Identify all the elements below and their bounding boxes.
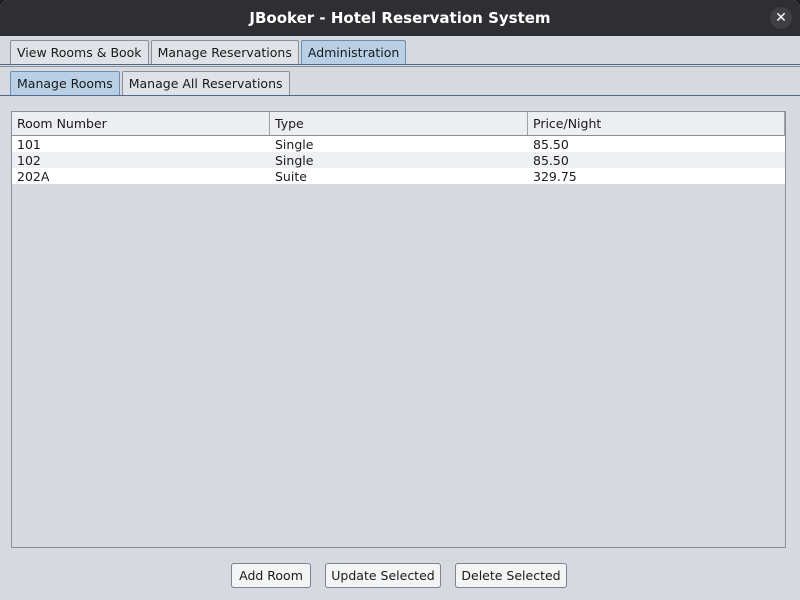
- table-header: Room Number Type Price/Night: [12, 112, 785, 136]
- cell-room-number: 101: [17, 136, 41, 152]
- cell-price: 329.75: [533, 168, 577, 184]
- main-tab-divider-lower: [0, 66, 800, 67]
- tab-administration[interactable]: Administration: [300, 40, 407, 64]
- cell-price: 85.50: [533, 152, 569, 168]
- tab-view-rooms-book[interactable]: View Rooms & Book: [10, 40, 149, 64]
- cell-price: 85.50: [533, 136, 569, 152]
- title-bar[interactable]: JBooker - Hotel Reservation System ✕: [0, 0, 800, 36]
- close-icon[interactable]: ✕: [770, 7, 792, 29]
- main-tab-bar: View Rooms & Book Manage Reservations Ad…: [0, 40, 800, 65]
- sub-tab-bar: Manage Rooms Manage All Reservations: [0, 71, 800, 96]
- table-row[interactable]: 101 Single 85.50: [12, 136, 785, 152]
- main-tab-divider: [0, 64, 800, 65]
- sub-tab-divider: [0, 95, 800, 96]
- tab-manage-rooms[interactable]: Manage Rooms: [10, 71, 120, 95]
- rooms-table[interactable]: Room Number Type Price/Night 101 Single …: [11, 111, 786, 548]
- app-window: JBooker - Hotel Reservation System ✕ Vie…: [0, 0, 800, 600]
- cell-type: Suite: [275, 168, 307, 184]
- update-selected-button[interactable]: Update Selected: [325, 563, 441, 588]
- column-header-price-night[interactable]: Price/Night: [528, 112, 785, 135]
- table-row[interactable]: 102 Single 85.50: [12, 152, 785, 168]
- cell-room-number: 202A: [17, 168, 50, 184]
- delete-selected-button[interactable]: Delete Selected: [455, 563, 567, 588]
- window-title: JBooker - Hotel Reservation System: [249, 9, 551, 27]
- column-header-room-number[interactable]: Room Number: [12, 112, 270, 135]
- cell-room-number: 102: [17, 152, 41, 168]
- tab-manage-all-reservations[interactable]: Manage All Reservations: [121, 71, 290, 95]
- table-row[interactable]: 202A Suite 329.75: [12, 168, 785, 184]
- cell-type: Single: [275, 136, 314, 152]
- cell-type: Single: [275, 152, 314, 168]
- add-room-button[interactable]: Add Room: [231, 563, 311, 588]
- tab-manage-reservations[interactable]: Manage Reservations: [150, 40, 299, 64]
- column-header-type[interactable]: Type: [270, 112, 528, 135]
